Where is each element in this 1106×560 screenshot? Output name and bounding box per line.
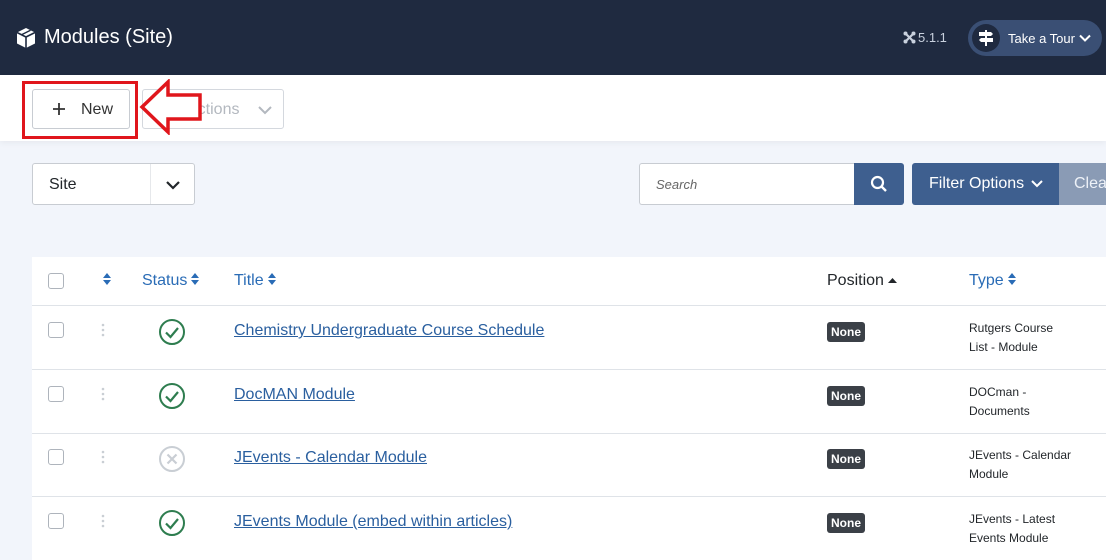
module-type: JEvents - Calendar Module (969, 446, 1094, 484)
position-badge: None (827, 513, 865, 533)
chevron-down-icon (258, 106, 272, 115)
module-title-link[interactable]: JEvents Module (embed within articles) (234, 513, 512, 531)
module-title-link[interactable]: JEvents - Calendar Module (234, 449, 427, 467)
table-row: JEvents - Calendar Module None JEvents -… (32, 433, 1106, 497)
row-checkbox[interactable] (48, 449, 64, 465)
module-type-line: JEvents - Calendar (969, 448, 1072, 462)
module-type-line: JEvents - Latest (969, 512, 1056, 526)
status-header-label: Status (142, 272, 188, 289)
select-all-checkbox[interactable] (48, 273, 64, 289)
position-badge: None (827, 322, 865, 342)
published-check-icon[interactable] (158, 382, 186, 410)
type-header-label: Type (969, 272, 1004, 289)
module-type-line: List - Module (969, 340, 1038, 354)
module-type-line: Documents (969, 404, 1030, 418)
module-type-line: Rutgers Course (969, 321, 1054, 335)
chevron-down-icon (166, 181, 180, 190)
search-input[interactable] (639, 163, 855, 205)
module-type: JEvents - Latest Events Module (969, 510, 1094, 548)
drag-handle-icon[interactable] (101, 323, 105, 337)
sort-icon (103, 273, 111, 285)
app-header: Modules (Site) 5.1.1 Take a Tour (0, 0, 1106, 75)
search-icon (870, 175, 887, 192)
title-header-label: Title (234, 272, 264, 289)
module-title-link[interactable]: DocMAN Module (234, 386, 355, 404)
module-type-line: Events Module (969, 531, 1049, 545)
module-type: Rutgers Course List - Module (969, 319, 1094, 357)
module-type: DOCman - Documents (969, 383, 1094, 421)
module-type-line: Module (969, 467, 1009, 481)
title-sort-header[interactable]: Title (234, 272, 277, 290)
row-checkbox[interactable] (48, 513, 64, 529)
module-type-line: DOCman - (969, 385, 1027, 399)
table-header: Status Title Position Type (32, 257, 1106, 306)
module-title-link[interactable]: Chemistry Undergraduate Course Schedule (234, 322, 544, 340)
joomla-logo-icon (903, 31, 916, 44)
table-row: Chemistry Undergraduate Course Schedule … (32, 306, 1106, 370)
type-sort-header[interactable]: Type (969, 272, 1017, 290)
chevron-down-icon (1079, 34, 1091, 42)
sort-ascending-icon (887, 278, 897, 283)
sort-icon (1007, 273, 1016, 285)
position-header-label: Position (827, 272, 884, 289)
status-sort-header[interactable]: Status (142, 272, 200, 290)
filter-options-label: Filter Options (929, 175, 1025, 192)
drag-handle-icon[interactable] (101, 514, 105, 528)
highlight-box-annotation (22, 81, 138, 139)
clear-label: Clear (1074, 175, 1106, 192)
cube-icon (16, 28, 36, 48)
ordering-sort-header[interactable] (99, 272, 112, 290)
take-a-tour-label: Take a Tour (1008, 31, 1075, 46)
arrow-left-annotation-icon (139, 79, 202, 135)
position-badge: None (827, 449, 865, 469)
sort-icon (267, 273, 276, 285)
modules-table: Status Title Position Type Chemistry Und… (32, 257, 1106, 560)
version-label: 5.1.1 (918, 30, 947, 45)
position-sort-header[interactable]: Position (827, 272, 898, 290)
client-select[interactable]: Site (32, 163, 195, 205)
table-row: DocMAN Module None DOCman - Documents (32, 370, 1106, 434)
search-button[interactable] (854, 163, 904, 205)
unpublished-x-icon[interactable] (158, 445, 186, 473)
drag-handle-icon[interactable] (101, 387, 105, 401)
select-divider (150, 164, 151, 204)
published-check-icon[interactable] (158, 509, 186, 537)
signpost-icon (972, 24, 1000, 52)
take-a-tour-button[interactable]: Take a Tour (968, 20, 1102, 56)
chevron-down-icon (1031, 180, 1043, 188)
sort-icon (191, 273, 200, 285)
client-select-value: Site (49, 176, 77, 193)
clear-button[interactable]: Clear (1059, 163, 1106, 205)
position-badge: None (827, 386, 865, 406)
row-checkbox[interactable] (48, 386, 64, 402)
published-check-icon[interactable] (158, 318, 186, 346)
drag-handle-icon[interactable] (101, 450, 105, 464)
row-checkbox[interactable] (48, 322, 64, 338)
page-title: Modules (Site) (44, 26, 173, 48)
filter-options-button[interactable]: Filter Options (912, 163, 1059, 205)
table-row: JEvents Module (embed within articles) N… (32, 497, 1106, 560)
